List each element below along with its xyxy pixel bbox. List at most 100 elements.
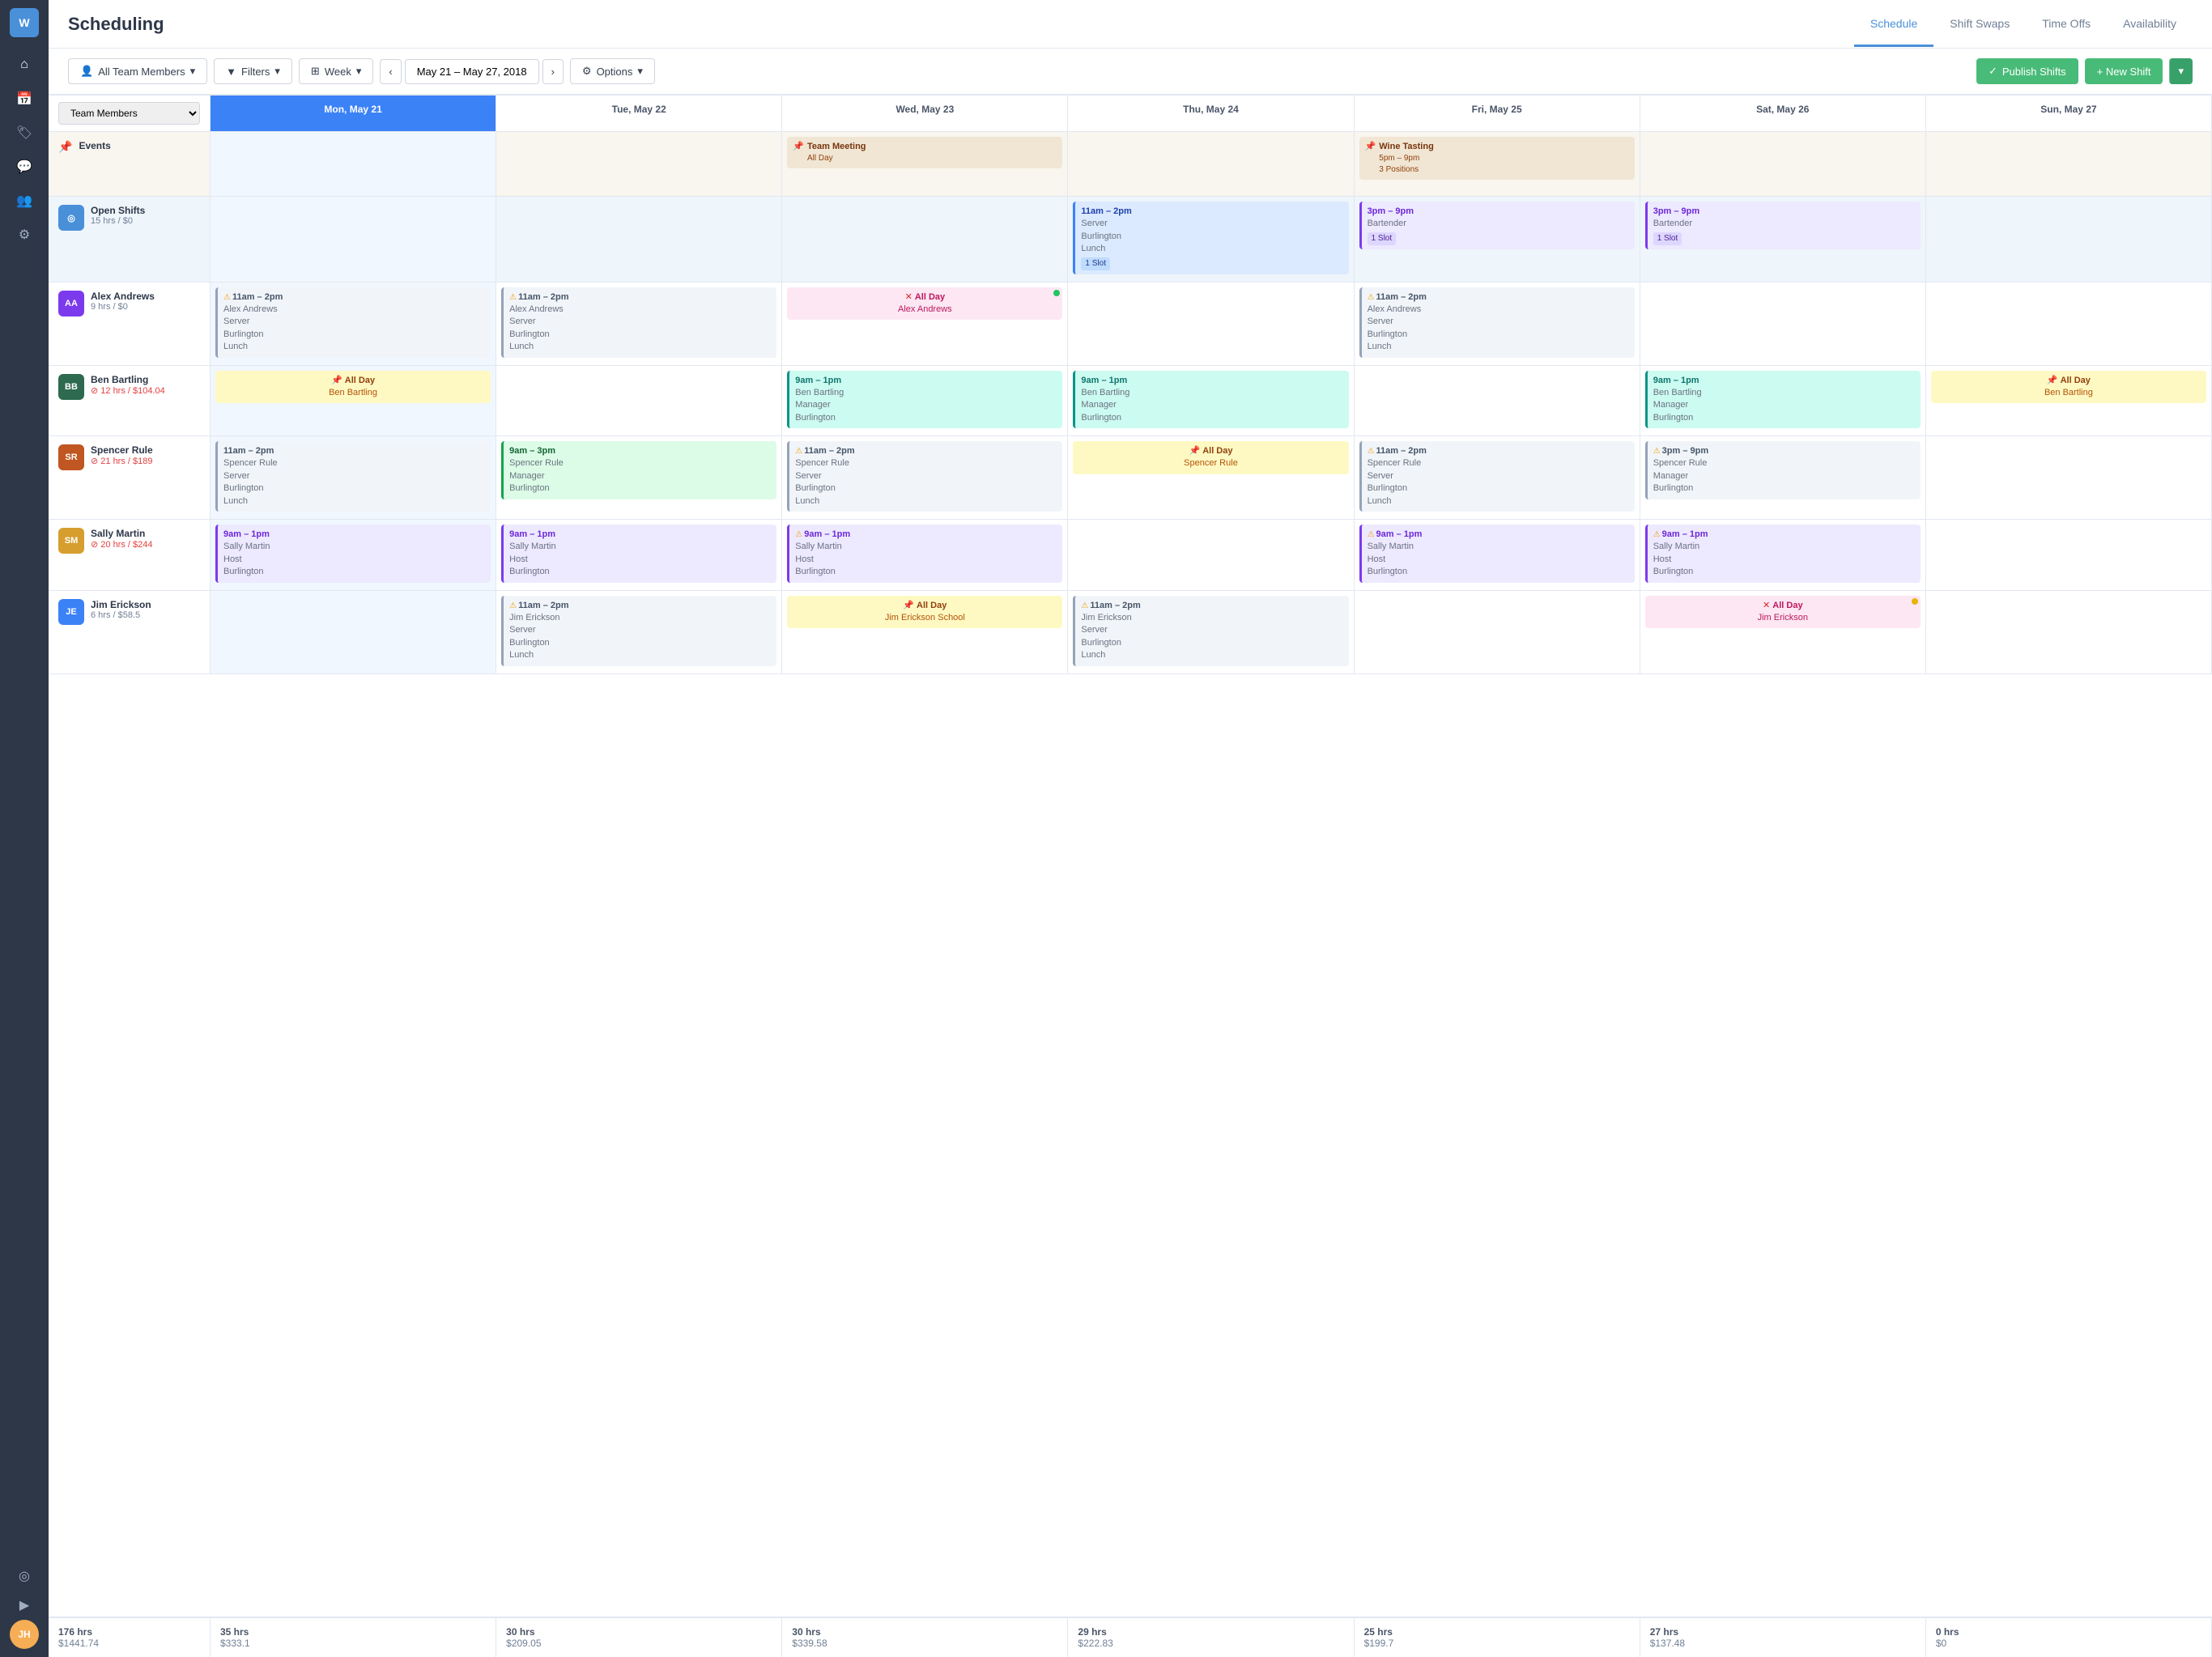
shift-ben-sat[interactable]: 9am – 1pm Ben Bartling Manager Burlingto… bbox=[1645, 371, 1921, 429]
tab-schedule[interactable]: Schedule bbox=[1854, 2, 1933, 47]
tab-time-offs[interactable]: Time Offs bbox=[2026, 2, 2107, 47]
alex-wed[interactable]: ✕ All Day Alex Andrews bbox=[782, 283, 1068, 366]
spencer-sat[interactable]: ⚠3pm – 9pm Spencer Rule Manager Burlingt… bbox=[1640, 436, 1926, 520]
sidebar-item-messages[interactable]: 💬 bbox=[10, 152, 39, 181]
sally-fri[interactable]: ⚠9am – 1pm Sally Martin Host Burlington bbox=[1355, 520, 1640, 591]
shift-open-fri[interactable]: 3pm – 9pm Bartender 1 Slot bbox=[1359, 202, 1635, 249]
jim-sat[interactable]: ✕ All Day Jim Erickson bbox=[1640, 591, 1926, 674]
events-tue[interactable] bbox=[496, 132, 782, 197]
spencer-wed[interactable]: ⚠11am – 2pm Spencer Rule Server Burlingt… bbox=[782, 436, 1068, 520]
shift-open-sat[interactable]: 3pm – 9pm Bartender 1 Slot bbox=[1645, 202, 1921, 249]
alex-sat[interactable] bbox=[1640, 283, 1926, 366]
alex-tue[interactable]: ⚠11am – 2pm Alex Andrews Server Burlingt… bbox=[496, 283, 782, 366]
ben-wed[interactable]: 9am – 1pm Ben Bartling Manager Burlingto… bbox=[782, 366, 1068, 437]
event-team-meeting[interactable]: 📌 Team Meeting All Day bbox=[787, 137, 1062, 168]
sidebar-item-home[interactable]: ⌂ bbox=[10, 50, 39, 79]
shift-alex-wed-allday[interactable]: ✕ All Day Alex Andrews bbox=[787, 287, 1062, 321]
sally-sat[interactable]: ⚠9am – 1pm Sally Martin Host Burlington bbox=[1640, 520, 1926, 591]
shift-sally-fri[interactable]: ⚠9am – 1pm Sally Martin Host Burlington bbox=[1359, 525, 1635, 583]
shift-ben-mon-allday[interactable]: 📌All Day Ben Bartling bbox=[215, 371, 491, 404]
events-thu[interactable] bbox=[1068, 132, 1354, 197]
open-shifts-mon[interactable] bbox=[211, 197, 496, 283]
shift-sally-tue[interactable]: 9am – 1pm Sally Martin Host Burlington bbox=[501, 525, 776, 583]
avatar[interactable]: JH bbox=[10, 1620, 39, 1649]
alex-mon[interactable]: ⚠11am – 2pm Alex Andrews Server Burlingt… bbox=[211, 283, 496, 366]
events-wed[interactable]: 📌 Team Meeting All Day bbox=[782, 132, 1068, 197]
team-members-button[interactable]: 👤 All Team Members ▾ bbox=[68, 58, 207, 84]
shift-open-thu[interactable]: 11am – 2pm Server Burlington Lunch 1 Slo… bbox=[1073, 202, 1348, 274]
sidebar-item-settings[interactable]: ⚙ bbox=[10, 220, 39, 249]
shift-jim-tue[interactable]: ⚠11am – 2pm Jim Erickson Server Burlingt… bbox=[501, 596, 776, 666]
open-shifts-fri[interactable]: 3pm – 9pm Bartender 1 Slot bbox=[1355, 197, 1640, 283]
publish-shifts-button[interactable]: ✓ Publish Shifts bbox=[1976, 58, 2078, 84]
shift-sally-wed[interactable]: ⚠9am – 1pm Sally Martin Host Burlington bbox=[787, 525, 1062, 583]
shift-spencer-wed[interactable]: ⚠11am – 2pm Spencer Rule Server Burlingt… bbox=[787, 441, 1062, 512]
shift-spencer-fri[interactable]: ⚠11am – 2pm Spencer Rule Server Burlingt… bbox=[1359, 441, 1635, 512]
shift-alex-mon[interactable]: ⚠11am – 2pm Alex Andrews Server Burlingt… bbox=[215, 287, 491, 358]
shift-alex-tue[interactable]: ⚠11am – 2pm Alex Andrews Server Burlingt… bbox=[501, 287, 776, 358]
ben-sat[interactable]: 9am – 1pm Ben Bartling Manager Burlingto… bbox=[1640, 366, 1926, 437]
ben-fri[interactable] bbox=[1355, 366, 1640, 437]
spencer-tue[interactable]: 9am – 3pm Spencer Rule Manager Burlingto… bbox=[496, 436, 782, 520]
shift-alex-fri[interactable]: ⚠11am – 2pm Alex Andrews Server Burlingt… bbox=[1359, 287, 1635, 358]
shift-jim-thu[interactable]: ⚠11am – 2pm Jim Erickson Server Burlingt… bbox=[1073, 596, 1348, 666]
events-fri[interactable]: 📌 Wine Tasting 5pm – 9pm 3 Positions bbox=[1355, 132, 1640, 197]
tab-shift-swaps[interactable]: Shift Swaps bbox=[1933, 2, 2026, 47]
tab-availability[interactable]: Availability bbox=[2107, 2, 2193, 47]
sidebar-item-activity[interactable]: ◎ bbox=[10, 1561, 39, 1591]
column-header-label[interactable]: Team Members bbox=[49, 96, 211, 132]
events-sat[interactable] bbox=[1640, 132, 1926, 197]
events-sun[interactable] bbox=[1926, 132, 2212, 197]
week-button[interactable]: ⊞ Week ▾ bbox=[299, 58, 373, 84]
sally-tue[interactable]: 9am – 1pm Sally Martin Host Burlington bbox=[496, 520, 782, 591]
spencer-fri[interactable]: ⚠11am – 2pm Spencer Rule Server Burlingt… bbox=[1355, 436, 1640, 520]
open-shifts-wed[interactable] bbox=[782, 197, 1068, 283]
shift-ben-thu[interactable]: 9am – 1pm Ben Bartling Manager Burlingto… bbox=[1073, 371, 1348, 429]
alex-sun[interactable] bbox=[1926, 283, 2212, 366]
open-shifts-thu[interactable]: 11am – 2pm Server Burlington Lunch 1 Slo… bbox=[1068, 197, 1354, 283]
sidebar-item-play[interactable]: ▶ bbox=[10, 1591, 39, 1620]
event-wine-tasting[interactable]: 📌 Wine Tasting 5pm – 9pm 3 Positions bbox=[1359, 137, 1635, 180]
sally-mon[interactable]: 9am – 1pm Sally Martin Host Burlington bbox=[211, 520, 496, 591]
spencer-mon[interactable]: 11am – 2pm Spencer Rule Server Burlingto… bbox=[211, 436, 496, 520]
open-shifts-sat[interactable]: 3pm – 9pm Bartender 1 Slot bbox=[1640, 197, 1926, 283]
team-members-select[interactable]: Team Members bbox=[58, 102, 200, 125]
ben-sun[interactable]: 📌All Day Ben Bartling bbox=[1926, 366, 2212, 437]
sidebar-item-team[interactable]: 👥 bbox=[10, 186, 39, 215]
options-button[interactable]: ⚙ Options ▾ bbox=[570, 58, 655, 84]
spencer-thu[interactable]: 📌All Day Spencer Rule bbox=[1068, 436, 1354, 520]
shift-jim-wed-allday[interactable]: 📌All Day Jim Erickson School bbox=[787, 596, 1062, 629]
sally-wed[interactable]: ⚠9am – 1pm Sally Martin Host Burlington bbox=[782, 520, 1068, 591]
prev-week-button[interactable]: ‹ bbox=[380, 59, 401, 84]
shift-ben-sun-allday[interactable]: 📌All Day Ben Bartling bbox=[1931, 371, 2206, 404]
sally-sun[interactable] bbox=[1926, 520, 2212, 591]
jim-tue[interactable]: ⚠11am – 2pm Jim Erickson Server Burlingt… bbox=[496, 591, 782, 674]
shift-spencer-tue[interactable]: 9am – 3pm Spencer Rule Manager Burlingto… bbox=[501, 441, 776, 499]
open-shifts-sun[interactable] bbox=[1926, 197, 2212, 283]
events-mon[interactable] bbox=[211, 132, 496, 197]
sally-thu[interactable] bbox=[1068, 520, 1354, 591]
shift-sally-sat[interactable]: ⚠9am – 1pm Sally Martin Host Burlington bbox=[1645, 525, 1921, 583]
shift-ben-wed[interactable]: 9am – 1pm Ben Bartling Manager Burlingto… bbox=[787, 371, 1062, 429]
ben-thu[interactable]: 9am – 1pm Ben Bartling Manager Burlingto… bbox=[1068, 366, 1354, 437]
sidebar-item-tags[interactable]: 🏷 bbox=[10, 118, 39, 147]
sidebar-item-schedule[interactable]: 📅 bbox=[10, 84, 39, 113]
shift-spencer-thu-allday[interactable]: 📌All Day Spencer Rule bbox=[1073, 441, 1348, 474]
spencer-sun[interactable] bbox=[1926, 436, 2212, 520]
alex-thu[interactable] bbox=[1068, 283, 1354, 366]
alex-fri[interactable]: ⚠11am – 2pm Alex Andrews Server Burlingt… bbox=[1355, 283, 1640, 366]
shift-jim-sat-allday[interactable]: ✕ All Day Jim Erickson bbox=[1645, 596, 1921, 629]
ben-tue[interactable] bbox=[496, 366, 782, 437]
shift-spencer-sat[interactable]: ⚠3pm – 9pm Spencer Rule Manager Burlingt… bbox=[1645, 441, 1921, 499]
shift-spencer-mon[interactable]: 11am – 2pm Spencer Rule Server Burlingto… bbox=[215, 441, 491, 512]
jim-wed[interactable]: 📌All Day Jim Erickson School bbox=[782, 591, 1068, 674]
jim-fri[interactable] bbox=[1355, 591, 1640, 674]
jim-mon[interactable] bbox=[211, 591, 496, 674]
new-shift-button[interactable]: + New Shift bbox=[2085, 58, 2163, 84]
shift-sally-mon[interactable]: 9am – 1pm Sally Martin Host Burlington bbox=[215, 525, 491, 583]
jim-sun[interactable] bbox=[1926, 591, 2212, 674]
new-shift-dropdown-button[interactable]: ▾ bbox=[2169, 58, 2193, 84]
jim-thu[interactable]: ⚠11am – 2pm Jim Erickson Server Burlingt… bbox=[1068, 591, 1354, 674]
open-shifts-tue[interactable] bbox=[496, 197, 782, 283]
next-week-button[interactable]: › bbox=[542, 59, 564, 84]
